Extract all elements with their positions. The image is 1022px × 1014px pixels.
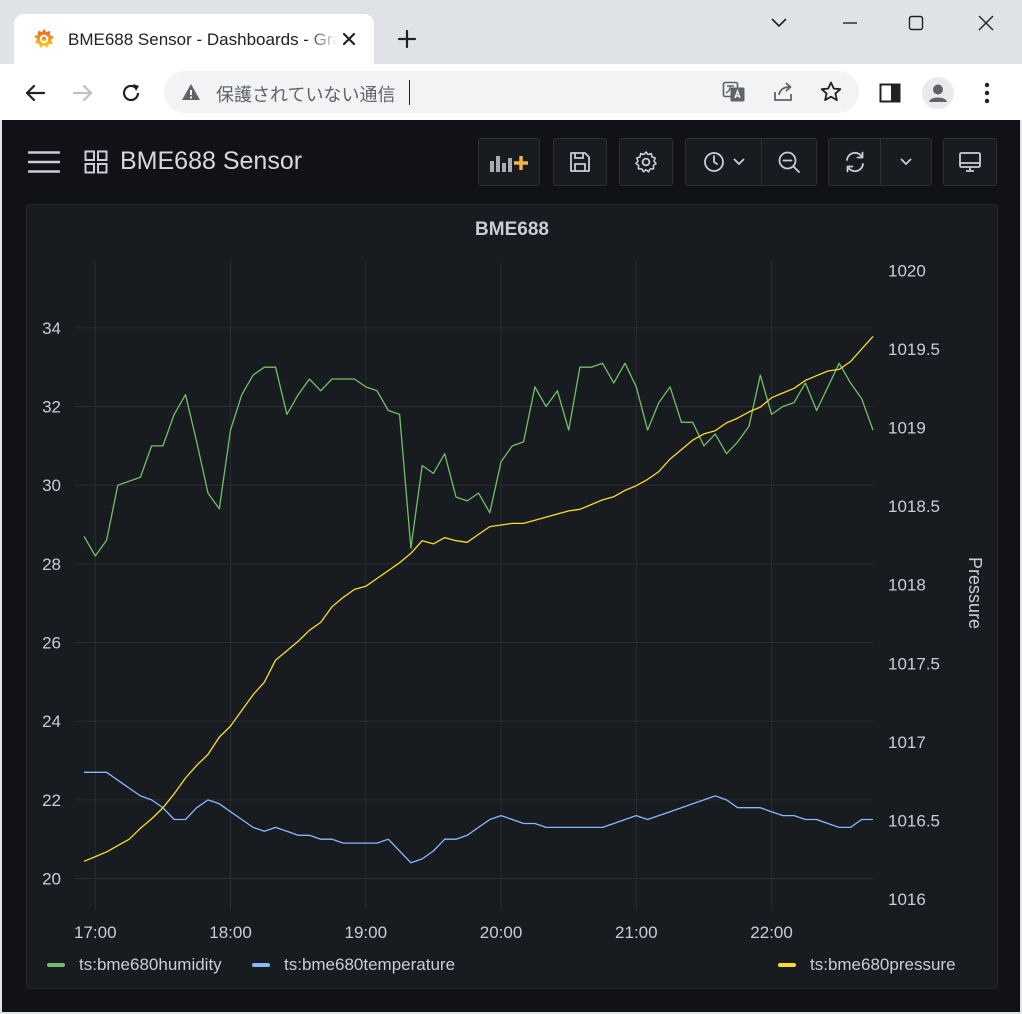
x-tick-label: 22:00 xyxy=(750,923,793,942)
minimize-button[interactable] xyxy=(830,8,870,38)
x-tick-label: 21:00 xyxy=(615,923,658,942)
address-warning-text: 保護されていない通信 xyxy=(216,85,396,105)
browser-window: BME688 Sensor - Dashboards - Grafana xyxy=(0,0,1022,1014)
settings-icon xyxy=(635,151,657,173)
back-arrow-icon xyxy=(25,84,46,102)
warning-icon xyxy=(182,84,200,100)
y-left-tick-label: 32 xyxy=(42,398,61,417)
zoom-out-button[interactable] xyxy=(762,139,816,185)
translate-icon[interactable] xyxy=(721,79,747,105)
back-button[interactable] xyxy=(18,76,52,110)
time-series-chart[interactable]: 17:00 18:00 19:00 20:00 21:00 22:00 20 22 24 26 28… xyxy=(27,205,997,945)
save-icon xyxy=(570,152,590,172)
pressure-series-line xyxy=(83,335,874,862)
grafana-app: BME688 Sensor BME688 17:00 18:00 19:00 2… xyxy=(2,120,1020,1012)
address-bar[interactable]: 保護されていない通信 xyxy=(164,71,859,113)
y-left-tick-label: 20 xyxy=(42,870,61,889)
hamburger-menu-icon[interactable] xyxy=(28,150,60,174)
grafana-logo-icon xyxy=(34,29,54,48)
x-tick-label: 19:00 xyxy=(345,923,388,942)
close-icon[interactable] xyxy=(336,26,362,52)
legend-label-humidity: ts:bme680humidity xyxy=(79,955,222,974)
y-right-tick-label: 1017.5 xyxy=(888,654,940,673)
y-right-tick-label: 1019.5 xyxy=(888,340,940,359)
zoom-out-icon xyxy=(778,151,800,173)
plus-icon xyxy=(397,29,417,49)
browser-menu-button[interactable] xyxy=(970,76,1004,110)
y-left-tick-label: 30 xyxy=(42,476,61,495)
star-icon[interactable] xyxy=(818,79,844,105)
tab-title: BME688 Sensor - Dashboards - Grafana xyxy=(68,30,338,49)
y-left-tick-label: 26 xyxy=(42,634,61,653)
legend-swatch-humidity xyxy=(47,963,65,967)
y-right-tick-label: 1019 xyxy=(888,419,926,438)
legend-item-humidity[interactable]: ts:bme680humidity xyxy=(47,953,222,977)
dashboard-header: BME688 Sensor xyxy=(2,120,1020,204)
y-left-tick-label: 28 xyxy=(42,555,61,574)
legend-item-temperature[interactable]: ts:bme680temperature xyxy=(252,953,455,977)
dashboard-settings-button[interactable] xyxy=(619,138,673,186)
text-caret xyxy=(409,80,410,105)
y-left-tick-label: 24 xyxy=(42,712,61,731)
x-tick-label: 17:00 xyxy=(74,923,117,942)
y-left-tick-label: 22 xyxy=(42,791,61,810)
add-panel-icon xyxy=(490,156,528,172)
close-window-button[interactable] xyxy=(966,8,1006,38)
add-panel-button[interactable] xyxy=(478,138,540,186)
refresh-icon xyxy=(845,151,864,173)
y-left-tick-label: 34 xyxy=(42,319,61,338)
y-right-tick-label: 1016 xyxy=(888,890,926,909)
tv-mode-icon xyxy=(959,152,981,172)
time-picker-button[interactable] xyxy=(686,139,762,185)
refresh-button[interactable] xyxy=(829,139,881,185)
legend-label-pressure: ts:bme680pressure xyxy=(810,955,956,974)
graph-panel[interactable]: BME688 17:00 18:00 19:00 20:00 21:00 22:00 20 2… xyxy=(26,204,998,989)
refresh-interval-dropdown[interactable] xyxy=(881,139,931,185)
forward-button[interactable] xyxy=(66,76,100,110)
y-right-tick-label: 1017 xyxy=(888,733,926,752)
legend-item-pressure[interactable]: ts:bme680pressure xyxy=(778,953,956,977)
legend-swatch-pressure xyxy=(778,963,796,967)
chevron-down-icon xyxy=(771,18,787,28)
chevron-down-icon xyxy=(732,158,745,166)
time-range-group xyxy=(685,138,817,186)
dashboard-title[interactable]: BME688 Sensor xyxy=(120,147,302,176)
legend-swatch-temperature xyxy=(252,963,270,967)
maximize-button[interactable] xyxy=(896,8,936,38)
dashboard-grid-icon xyxy=(84,150,108,174)
save-dashboard-button[interactable] xyxy=(553,138,607,186)
share-icon[interactable] xyxy=(770,79,796,105)
clock-icon xyxy=(703,152,724,172)
y-right-tick-label: 1018 xyxy=(888,576,926,595)
tab-strip: BME688 Sensor - Dashboards - Grafana xyxy=(0,0,1022,66)
reload-icon xyxy=(122,84,140,102)
new-tab-button[interactable] xyxy=(392,24,422,54)
x-tick-label: 20:00 xyxy=(480,923,523,942)
refresh-group xyxy=(828,138,932,186)
kebab-menu-icon xyxy=(984,82,990,104)
browser-toolbar: 保護されていない通信 xyxy=(0,64,1022,120)
forward-arrow-icon xyxy=(72,84,93,102)
humidity-series-line xyxy=(83,362,874,557)
y-right-tick-label: 1020 xyxy=(888,261,926,280)
tv-mode-button[interactable] xyxy=(943,138,997,186)
legend-label-temperature: ts:bme680temperature xyxy=(284,955,456,974)
x-tick-label: 18:00 xyxy=(209,923,252,942)
tab-search-button[interactable] xyxy=(759,8,799,38)
profile-button[interactable] xyxy=(921,76,955,110)
y-right-tick-label: 1016.5 xyxy=(888,811,940,830)
side-panel-icon xyxy=(879,83,901,103)
avatar-icon xyxy=(922,77,954,109)
y-right-tick-label: 1018.5 xyxy=(888,497,940,516)
reload-button[interactable] xyxy=(114,76,148,110)
browser-tab[interactable]: BME688 Sensor - Dashboards - Grafana xyxy=(14,14,374,66)
y-right-axis-label: Pressure xyxy=(965,557,985,629)
chevron-down-icon xyxy=(900,158,912,166)
side-panel-button[interactable] xyxy=(873,76,907,110)
temperature-series-line xyxy=(84,771,873,864)
